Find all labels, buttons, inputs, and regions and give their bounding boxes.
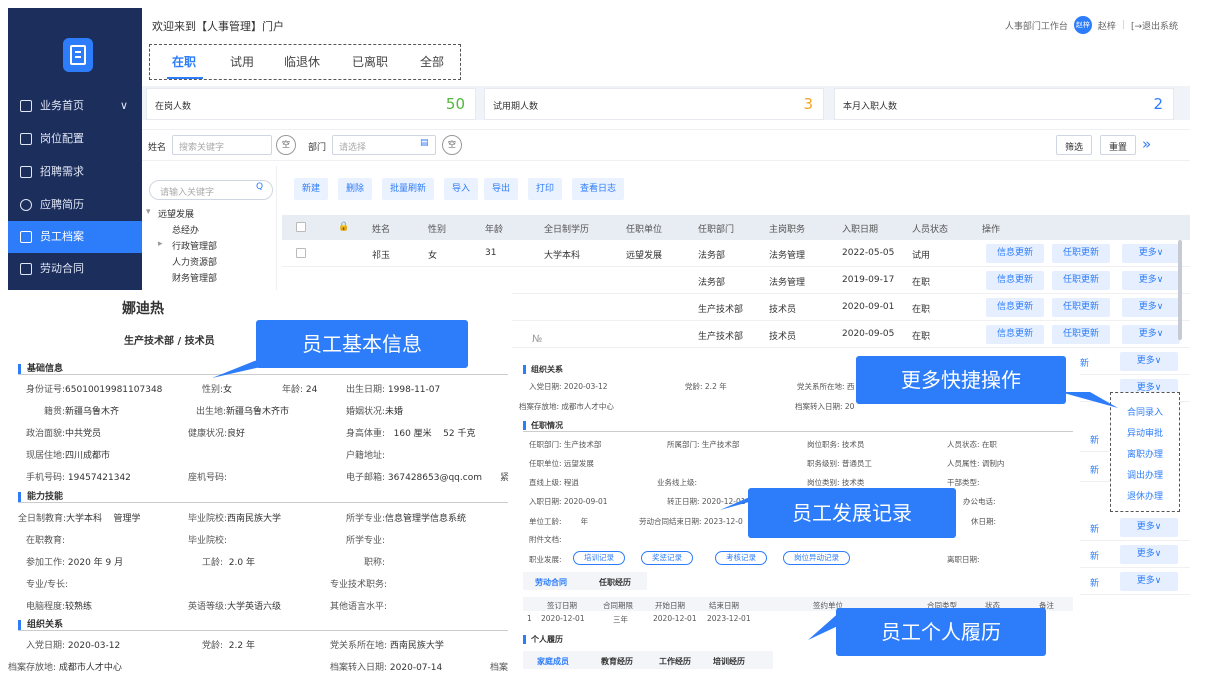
callout-development: 员工发展记录 xyxy=(748,488,956,538)
callout-tails xyxy=(212,358,1118,640)
callout-more-actions: 更多快捷操作 xyxy=(856,356,1066,404)
callout-basic-info: 员工基本信息 xyxy=(256,320,468,368)
callout-resume: 员工个人履历 xyxy=(836,608,1046,656)
